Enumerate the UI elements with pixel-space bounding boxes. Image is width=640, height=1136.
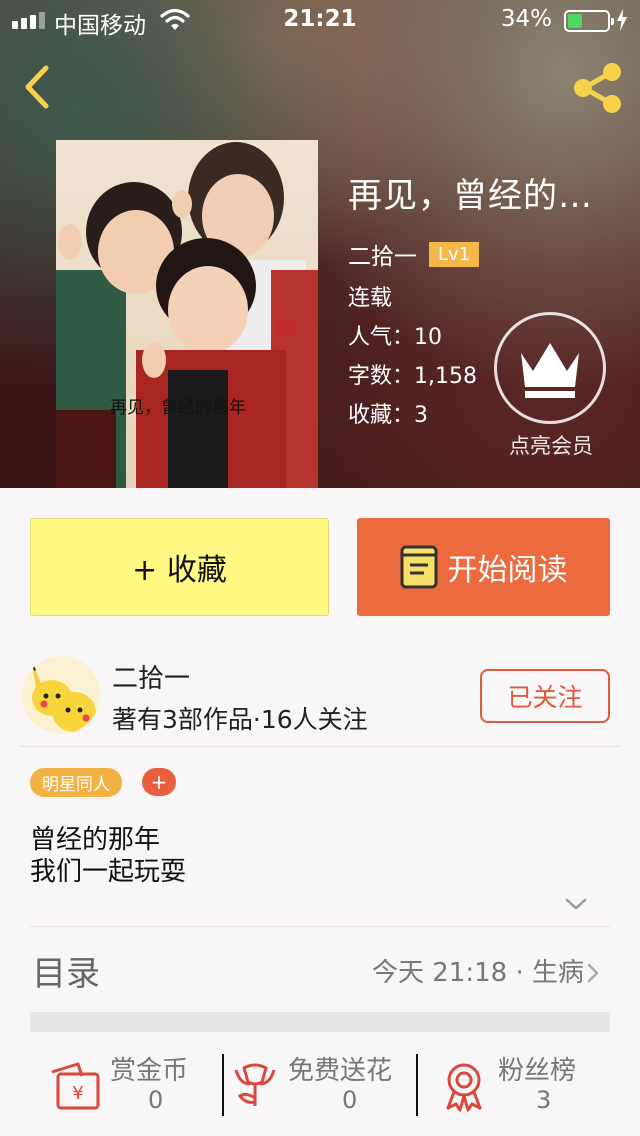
vip-label: 点亮会员 bbox=[509, 434, 593, 458]
author-section: 二拾一 著有3部作品·16人关注 已关注 bbox=[0, 646, 640, 746]
reward-coins-count: 0 bbox=[148, 1086, 164, 1114]
red-envelope-icon: ¥ bbox=[51, 1062, 100, 1110]
avatar[interactable] bbox=[22, 656, 100, 734]
author-stats: 著有3部作品·16人关注 bbox=[112, 705, 368, 734]
svg-text:¥: ¥ bbox=[72, 1083, 83, 1104]
author-name-header[interactable]: 二拾一 bbox=[348, 237, 417, 271]
follow-label: 已关注 bbox=[507, 683, 583, 712]
crown-icon bbox=[521, 343, 579, 398]
medal-icon bbox=[446, 1063, 482, 1112]
follow-button[interactable]: 已关注 bbox=[480, 669, 610, 723]
pikachu-avatar-image bbox=[22, 656, 100, 734]
fans-ranking-label: 粉丝榜 bbox=[498, 1056, 577, 1086]
divider bbox=[416, 1054, 418, 1116]
start-reading-label: 开始阅读 bbox=[447, 553, 568, 588]
start-reading-button[interactable]: 开始阅读 bbox=[357, 518, 610, 616]
reward-coins-label: 赏金币 bbox=[110, 1056, 189, 1086]
cover-illustration bbox=[56, 142, 318, 488]
flower-icon bbox=[234, 1063, 276, 1106]
table-of-contents-row[interactable]: 目录 今天 21:18 · 生病 bbox=[0, 940, 640, 1000]
chevron-down-icon[interactable] bbox=[564, 896, 588, 912]
book-cover-image[interactable]: 再见，曾经的那年 bbox=[56, 140, 318, 488]
author-row: 二拾一 Lv1 bbox=[348, 237, 593, 271]
section-separator bbox=[30, 1012, 610, 1032]
add-tag-button[interactable]: + bbox=[142, 768, 176, 796]
book-icon bbox=[400, 545, 437, 589]
level-badge: Lv1 bbox=[429, 241, 480, 267]
divider bbox=[222, 1054, 224, 1116]
synopsis: 曾经的那年 我们一起玩耍 bbox=[30, 824, 186, 888]
fans-ranking-button[interactable]: 粉丝榜 3 bbox=[440, 1048, 620, 1118]
collect-button[interactable]: + 收藏 bbox=[30, 518, 329, 616]
battery-icon bbox=[564, 10, 614, 32]
send-flowers-button[interactable]: 免费送花 0 bbox=[232, 1048, 414, 1118]
author-name[interactable]: 二拾一 bbox=[112, 658, 190, 695]
divider bbox=[30, 926, 610, 927]
synopsis-line: 曾经的那年 bbox=[30, 825, 161, 855]
divider bbox=[20, 746, 620, 747]
chevron-right-icon bbox=[587, 963, 599, 983]
share-button[interactable] bbox=[570, 60, 626, 116]
latest-chapter: 今天 21:18 · 生病 bbox=[372, 958, 584, 988]
status-bar: 中国移动 21:21 34% bbox=[0, 0, 640, 40]
vip-button[interactable] bbox=[494, 312, 606, 424]
flowers-count: 0 bbox=[342, 1086, 358, 1114]
tag-celebrity-fanfic[interactable]: 明星同人 bbox=[30, 768, 122, 797]
bottom-action-bar: ¥ 赏金币 0 免费送花 0 粉丝榜 3 bbox=[0, 1048, 640, 1118]
book-header: 中国移动 21:21 34% 再见，曾经的那年 再见，曾经的… 二拾一 Lv1 … bbox=[0, 0, 640, 488]
synopsis-line: 我们一起玩耍 bbox=[30, 857, 187, 887]
cover-caption: 再见，曾经的那年 bbox=[110, 398, 246, 418]
back-button[interactable] bbox=[18, 62, 58, 112]
send-flowers-label: 免费送花 bbox=[288, 1056, 393, 1086]
book-title: 再见，曾经的… bbox=[348, 176, 593, 216]
toc-title: 目录 bbox=[32, 954, 100, 994]
charging-icon bbox=[617, 9, 627, 31]
battery-percent: 34% bbox=[500, 6, 552, 32]
reward-coins-button[interactable]: ¥ 赏金币 0 bbox=[48, 1048, 208, 1118]
collect-label: + 收藏 bbox=[132, 553, 227, 588]
fans-count: 3 bbox=[536, 1086, 552, 1114]
